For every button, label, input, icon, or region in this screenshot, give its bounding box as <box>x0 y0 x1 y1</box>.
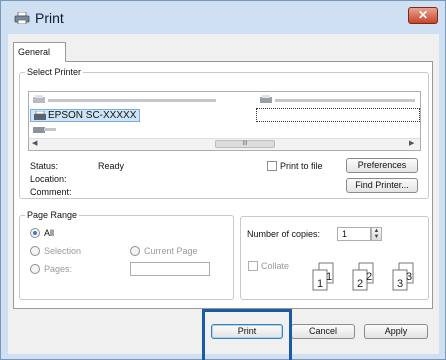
collate-page-label: 2 <box>366 271 372 283</box>
apply-button[interactable]: Apply <box>364 324 428 339</box>
pages-radio[interactable] <box>30 264 40 274</box>
focus-indicator <box>256 108 420 122</box>
printer-icon <box>260 95 272 103</box>
tab-page-general: Select Printer EPSON SC-XXXXX ◀ III ▶ St… <box>13 61 433 309</box>
cancel-button[interactable]: Cancel <box>291 324 355 339</box>
location-label: Location: <box>30 174 67 184</box>
collate-illustration-icon: 1 1 2 2 3 3 <box>312 262 414 291</box>
selection-radio[interactable] <box>30 246 40 256</box>
all-radio[interactable] <box>30 228 40 238</box>
collate-page-label: 3 <box>397 278 403 290</box>
find-printer-button[interactable]: Find Printer... <box>346 178 418 193</box>
printer-name-blurred <box>48 99 216 102</box>
dialog-client-area: General Select Printer EPSON SC-XXXXX ◀ … <box>8 34 439 354</box>
select-printer-legend: Select Printer <box>27 67 82 77</box>
collate-page-label: 3 <box>406 271 412 283</box>
copies-input[interactable]: 1 <box>337 227 371 241</box>
printer-name-blurred <box>275 99 415 102</box>
collate-page-label: 2 <box>357 278 363 290</box>
all-label: All <box>44 228 55 238</box>
current-page-label: Current Page <box>144 246 198 256</box>
scroll-left-icon[interactable]: ◀ <box>32 139 37 149</box>
collate-label: Collate <box>261 261 290 271</box>
page-range-legend: Page Range <box>27 210 78 220</box>
close-button[interactable]: ✕ <box>408 7 438 24</box>
copies-value: 1 <box>342 229 348 239</box>
status-label: Status: <box>30 161 59 171</box>
copies-stepper[interactable]: ▲ ▼ <box>371 227 382 241</box>
select-printer-group: Select Printer EPSON SC-XXXXX ◀ III ▶ St… <box>19 67 429 199</box>
comment-label: Comment: <box>30 187 72 197</box>
printer-list[interactable]: EPSON SC-XXXXX ◀ III ▶ <box>28 91 421 151</box>
print-to-file-checkbox[interactable] <box>267 161 277 171</box>
scroll-right-icon[interactable]: ▶ <box>409 139 414 149</box>
page-range-group: Page Range All Selection Current Page Pa… <box>19 210 234 300</box>
selected-printer-name: EPSON SC-XXXXX <box>48 110 137 121</box>
print-to-file-label: Print to file <box>280 161 323 171</box>
collate-page-label: 1 <box>317 278 323 290</box>
horizontal-scrollbar[interactable]: ◀ III ▶ <box>29 138 420 150</box>
pages-label: Pages: <box>44 264 73 274</box>
number-of-copies-label: Number of copies: <box>247 229 321 239</box>
printer-icon <box>34 111 46 120</box>
printer-icon <box>14 12 30 24</box>
scroll-thumb[interactable]: III <box>215 140 275 148</box>
status-value: Ready <box>98 161 125 171</box>
copies-group: Number of copies: 1 ▲ ▼ Collate 1 1 2 2 … <box>240 216 429 300</box>
tab-general-label: General <box>18 47 51 57</box>
tab-general[interactable]: General <box>13 42 66 62</box>
printer-icon <box>33 95 45 103</box>
pages-input[interactable] <box>130 262 210 276</box>
selection-label: Selection <box>44 246 82 256</box>
collate-page-label: 1 <box>326 271 332 283</box>
printer-name-blurred <box>44 128 56 131</box>
collate-checkbox[interactable] <box>248 261 258 271</box>
current-page-radio[interactable] <box>130 246 140 256</box>
close-icon: ✕ <box>417 8 429 22</box>
print-dialog: Print ✕ General Select Printer EPSON SC-… <box>0 0 446 360</box>
dialog-title: Print <box>35 10 64 26</box>
preferences-button[interactable]: Preferences <box>346 158 418 173</box>
title-bar[interactable]: Print ✕ <box>1 1 445 33</box>
print-button-highlight <box>202 309 292 360</box>
list-item-selected[interactable]: EPSON SC-XXXXX <box>30 109 140 122</box>
